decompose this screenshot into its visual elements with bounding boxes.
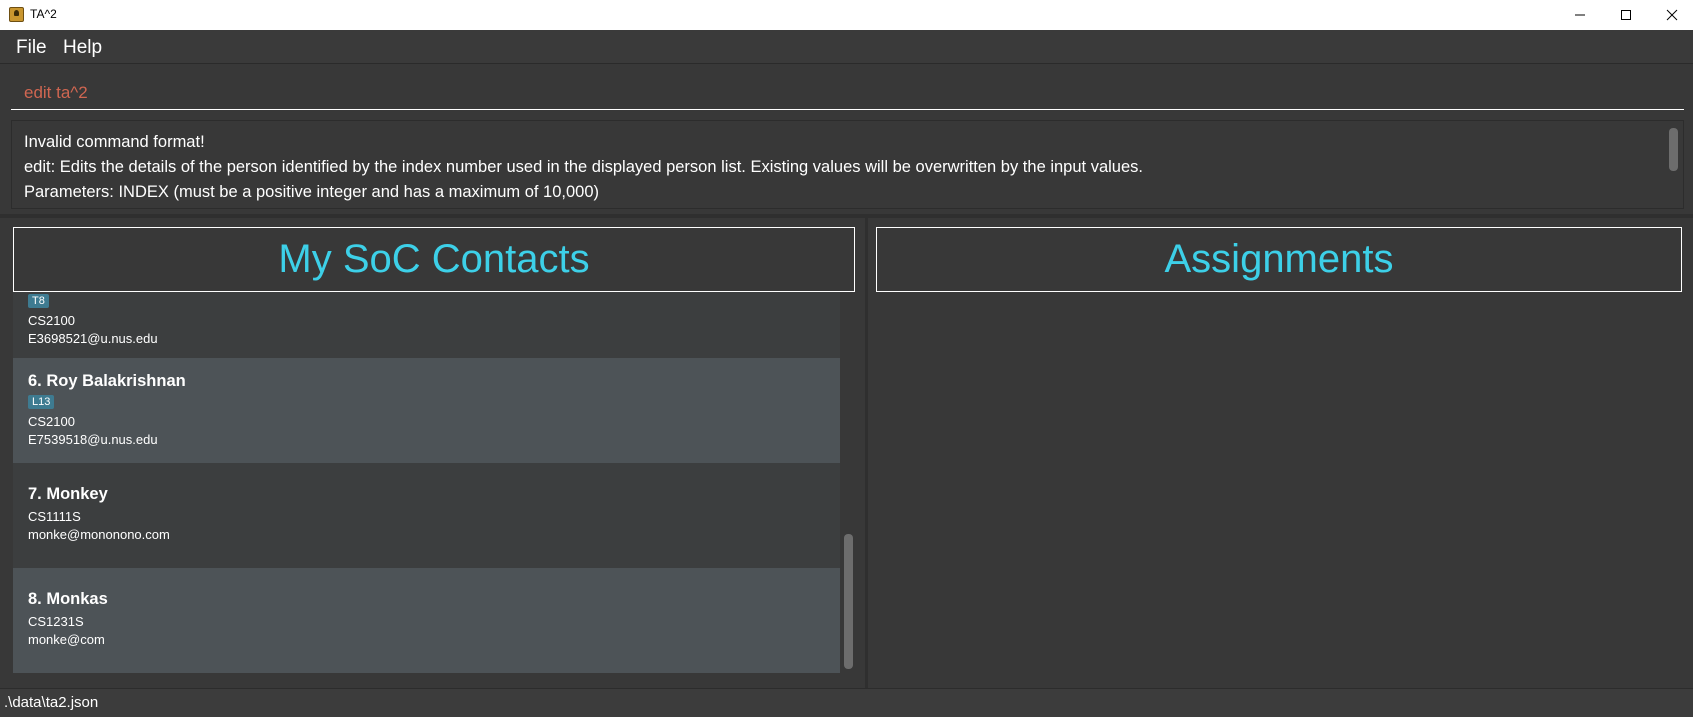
contact-card[interactable]: 8. Monkas CS1231S monke@com <box>13 568 840 673</box>
window-title: TA^2 <box>30 7 57 21</box>
title-bar: TA^2 <box>0 0 1693 30</box>
contact-list: T8 CS2100 E3698521@u.nus.edu 6. Roy Bala… <box>13 292 840 677</box>
contact-module: CS2100 <box>28 414 75 429</box>
contact-email: monke@mononono.com <box>28 527 170 542</box>
contact-list-scrollbar[interactable] <box>844 534 853 669</box>
contacts-panel: My SoC Contacts T8 CS2100 E3698521@u.nus… <box>0 218 866 688</box>
maximize-button[interactable] <box>1603 0 1649 30</box>
app-icon <box>9 7 24 22</box>
contact-email: E7539518@u.nus.edu <box>28 432 158 447</box>
minimize-icon <box>1575 14 1585 16</box>
contacts-panel-title: My SoC Contacts <box>13 227 855 292</box>
menu-bar: File Help <box>0 30 1693 64</box>
contact-tag: L13 <box>28 395 55 409</box>
close-button[interactable] <box>1649 0 1693 30</box>
contact-module: CS2100 <box>28 313 75 328</box>
result-scrollbar[interactable] <box>1669 128 1678 171</box>
result-line: Invalid command format! <box>24 133 205 151</box>
result-line: Parameters: INDEX (must be a positive in… <box>24 183 600 201</box>
menu-file[interactable]: File <box>16 37 47 59</box>
assignments-panel: Assignments <box>868 218 1693 688</box>
close-icon <box>1666 9 1678 21</box>
minimize-button[interactable] <box>1557 0 1603 30</box>
contact-name: 7. Monkey <box>28 485 108 503</box>
contact-card[interactable]: 7. Monkey CS1111S monke@mononono.com <box>13 463 840 568</box>
contact-email: monke@com <box>28 632 105 647</box>
command-box <box>0 65 1693 115</box>
contact-email: E3698521@u.nus.edu <box>28 331 158 346</box>
command-input[interactable] <box>11 76 1684 110</box>
contact-module: CS1231S <box>28 614 84 629</box>
result-line: edit: Edits the details of the person id… <box>24 158 1143 176</box>
contact-name: 8. Monkas <box>28 590 108 608</box>
contact-module: CS1111S <box>28 509 81 524</box>
contact-card[interactable]: 6. Roy Balakrishnan L13 CS2100 E7539518@… <box>13 358 840 463</box>
contact-card[interactable]: T8 CS2100 E3698521@u.nus.edu <box>13 292 840 358</box>
save-file-path: .\data\ta2.json <box>4 694 99 711</box>
assignments-panel-title: Assignments <box>876 227 1682 292</box>
menu-help[interactable]: Help <box>63 37 102 59</box>
contact-name: 6. Roy Balakrishnan <box>28 372 186 390</box>
result-display: Invalid command format! edit: Edits the … <box>11 120 1684 209</box>
maximize-icon <box>1621 10 1631 20</box>
contact-tag: T8 <box>28 294 49 308</box>
status-bar: .\data\ta2.json <box>0 688 1693 717</box>
